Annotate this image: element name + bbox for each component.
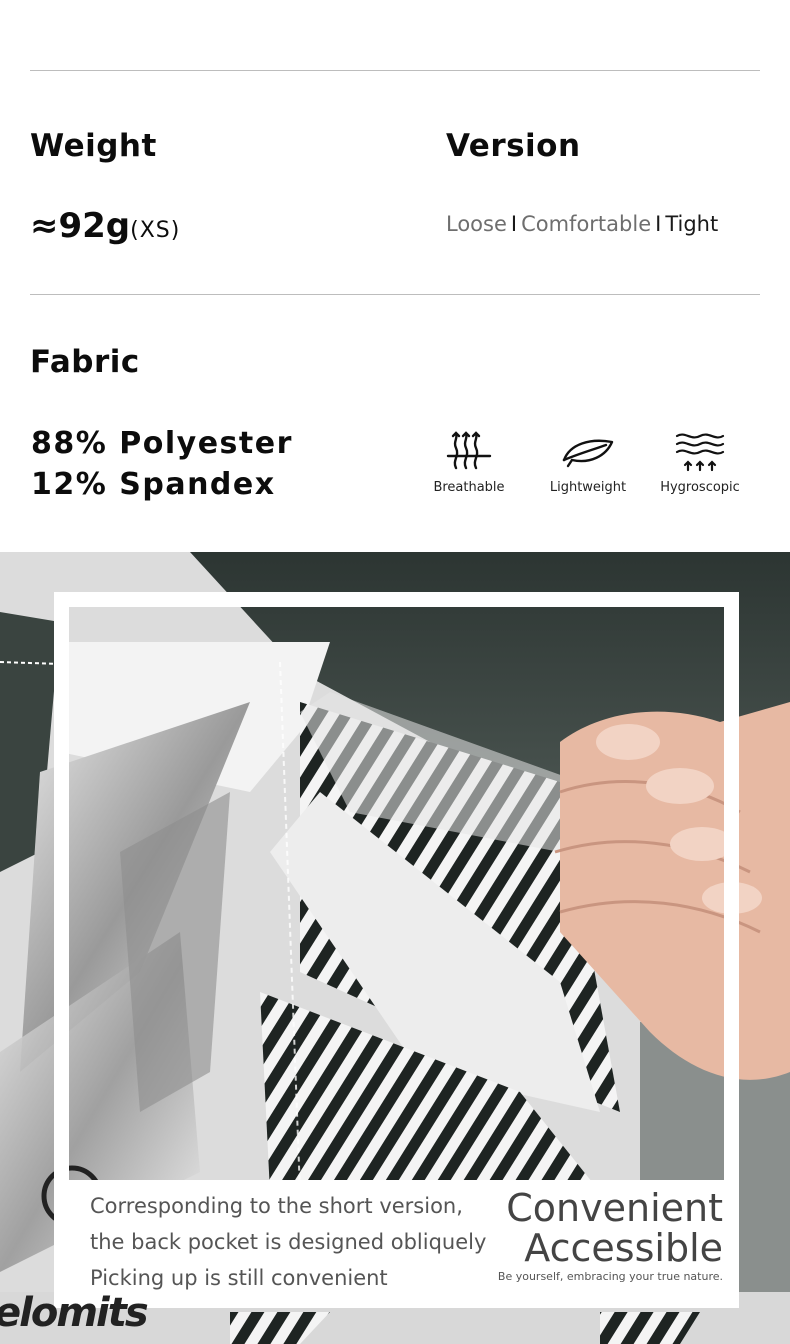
caption-line-1: Corresponding to the short version, (90, 1194, 463, 1218)
fabric-polyester: 88% Polyester (31, 426, 293, 461)
feature-label-lightweight: Lightweight (549, 480, 627, 495)
version-options: Loose I Comfortable I Tight (446, 212, 718, 236)
caption-line-3: Picking up is still convenient (90, 1266, 388, 1290)
feature-lightweight: Lightweight (533, 430, 643, 495)
version-option-tight: Tight (665, 212, 719, 236)
top-divider (30, 70, 760, 71)
fabric-label: Fabric (30, 344, 140, 380)
feature-breathable: Breathable (414, 430, 524, 495)
pocket-caption: Corresponding to the short version, the … (90, 1188, 486, 1296)
version-separator: I (655, 212, 662, 236)
version-label: Version (446, 128, 581, 164)
caption-line-2: the back pocket is designed obliquely (90, 1230, 487, 1254)
feature-label-breathable: Breathable (433, 480, 505, 495)
breathable-icon (446, 431, 492, 470)
headline-block: Convenient Accessible Be yourself, embra… (498, 1188, 723, 1283)
version-option-loose: Loose (446, 212, 507, 236)
weight-value: ≈92g(XS) (30, 206, 180, 246)
weight-size-unit: (XS) (130, 218, 181, 243)
weight-number: ≈92g (30, 206, 131, 246)
headline-accessible: Accessible (524, 1226, 723, 1270)
fabric-spandex: 12% Spandex (31, 467, 276, 502)
brand-logo-partial: elomits (0, 1290, 149, 1336)
headline-convenient: Convenient (506, 1186, 723, 1230)
middle-divider (30, 294, 760, 295)
moisture-wave-icon (675, 433, 725, 472)
product-photo: Corresponding to the short version, the … (0, 552, 790, 1344)
tagline: Be yourself, embracing your true nature. (497, 1270, 723, 1283)
feature-label-hygroscopic: Hygroscopic (660, 480, 740, 495)
weight-label: Weight (30, 128, 157, 164)
version-option-comfortable: Comfortable (521, 212, 652, 236)
version-separator: I (510, 212, 518, 236)
caption-panel: Corresponding to the short version, the … (54, 1180, 739, 1308)
feature-hygroscopic: Hygroscopic (645, 430, 755, 495)
leaf-icon (562, 439, 614, 468)
